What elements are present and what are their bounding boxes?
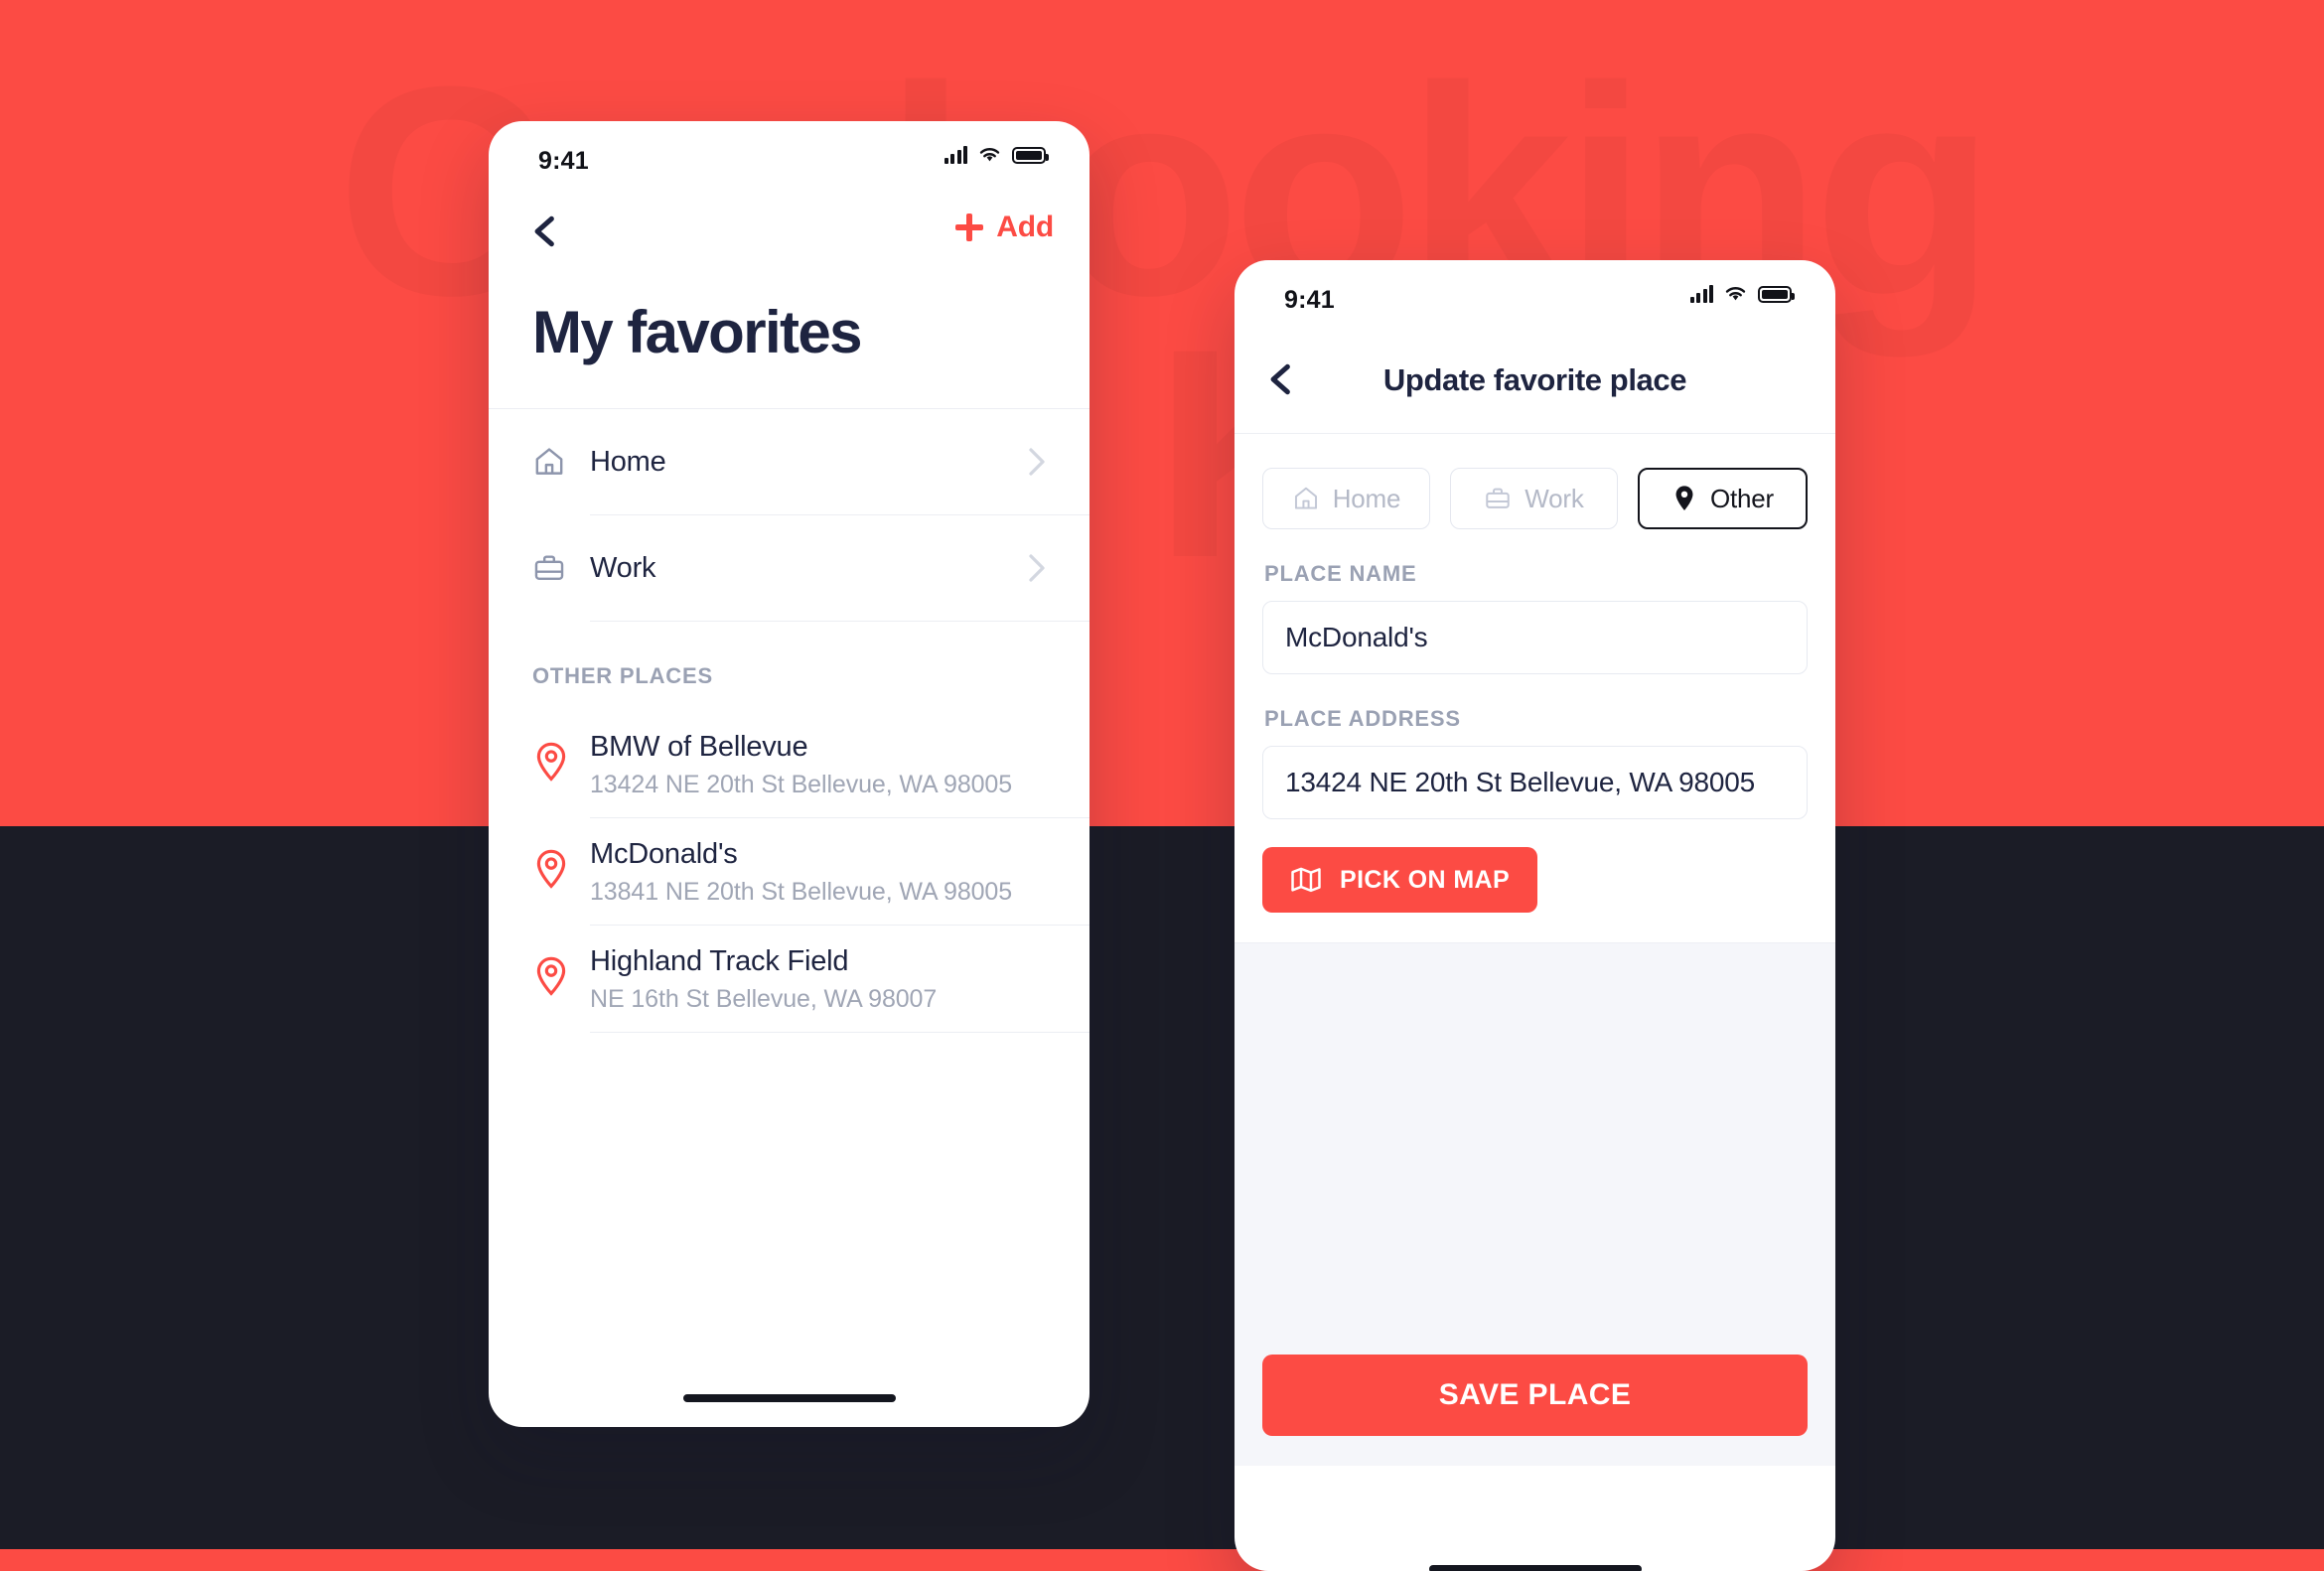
save-place-button[interactable]: SAVE PLACE [1262, 1355, 1808, 1436]
place-text: BMW of Bellevue 13424 NE 20th St Bellevu… [590, 729, 1012, 799]
nav-bar-right: Update favorite place [1235, 328, 1835, 433]
wifi-icon [979, 148, 1000, 162]
place-name: McDonald's [590, 837, 738, 870]
place-address: 13841 NE 20th St Bellevue, WA 98005 [590, 878, 1013, 907]
favorite-row-work[interactable]: Work [489, 515, 1089, 621]
chevron-right-icon [1029, 554, 1045, 582]
chevron-right-icon [1029, 448, 1045, 476]
section-header-other-places: OTHER PLACES [532, 663, 713, 688]
place-list-item[interactable]: BMW of Bellevue 13424 NE 20th St Bellevu… [489, 711, 1089, 817]
place-text: McDonald's 13841 NE 20th St Bellevue, WA… [590, 836, 1012, 907]
map-pin-icon [532, 955, 570, 1002]
map-pin-icon [532, 848, 570, 895]
background-watermark-text: Car booking UI Kit [0, 60, 2324, 584]
briefcase-icon [532, 551, 576, 585]
phone-update-place-screen: 9:41 Update favorite place Home Work Oth… [1235, 260, 1835, 1571]
map-folded-icon [1291, 867, 1321, 893]
chip-label: Work [1525, 483, 1584, 513]
form-area: Home Work Other PLACE NAME McDonald's PL… [1235, 434, 1835, 942]
favorite-row-home[interactable]: Home [489, 409, 1089, 514]
plus-icon [955, 214, 984, 241]
chip-other[interactable]: Other [1638, 468, 1808, 529]
pick-on-map-button[interactable]: PICK ON MAP [1262, 847, 1538, 913]
wifi-icon [1725, 287, 1746, 301]
place-name-input[interactable]: McDonald's [1262, 601, 1808, 674]
status-icons [1689, 285, 1795, 303]
place-address: NE 16th St Bellevue, WA 98007 [590, 985, 938, 1014]
add-button[interactable]: Add [955, 211, 1054, 244]
map-pin-icon [1675, 486, 1693, 510]
status-icons [944, 146, 1049, 164]
status-bar-left: 9:41 [489, 121, 1089, 189]
add-button-label: Add [996, 211, 1054, 243]
place-list-item[interactable]: Highland Track Field NE 16th St Bellevue… [489, 926, 1089, 1032]
chip-label: Home [1332, 483, 1401, 513]
place-name: BMW of Bellevue [590, 730, 808, 763]
home-icon [1294, 487, 1317, 509]
pick-on-map-label: PICK ON MAP [1340, 865, 1511, 894]
place-address: 13424 NE 20th St Bellevue, WA 98005 [590, 771, 1013, 799]
home-icon [532, 445, 576, 479]
chevron-left-icon[interactable] [1262, 360, 1300, 398]
place-name: Highland Track Field [590, 944, 849, 977]
nav-bar-left: Add [489, 189, 1089, 284]
briefcase-icon [1486, 488, 1511, 508]
background-dark-panel [0, 826, 2324, 1549]
place-name-label: PLACE NAME [1264, 561, 1417, 586]
place-divider [590, 1032, 1089, 1033]
status-time: 9:41 [1284, 286, 1335, 314]
place-address-input[interactable]: 13424 NE 20th St Bellevue, WA 98005 [1262, 746, 1808, 819]
chevron-left-icon[interactable] [526, 213, 564, 250]
map-pin-icon [532, 741, 570, 787]
screen-title: Update favorite place [1382, 362, 1687, 397]
favorite-row-label: Work [590, 551, 656, 584]
signal-bars-icon [944, 146, 967, 164]
battery-icon [1758, 285, 1795, 303]
home-indicator [682, 1394, 896, 1402]
battery-icon [1012, 146, 1049, 164]
status-bar-right: 9:41 [1235, 260, 1835, 328]
save-bar: SAVE PLACE [1235, 1355, 1835, 1466]
place-list-item[interactable]: McDonald's 13841 NE 20th St Bellevue, WA… [489, 818, 1089, 925]
phone-favorites-screen: 9:41 Add My favorites Home Work OTHER PL… [489, 121, 1089, 1427]
signal-bars-icon [1689, 285, 1713, 303]
chip-home[interactable]: Home [1262, 468, 1430, 529]
place-type-chip-group: Home Work Other [1262, 434, 1808, 529]
status-time: 9:41 [538, 147, 589, 175]
home-indicator [1428, 1565, 1642, 1571]
place-text: Highland Track Field NE 16th St Bellevue… [590, 943, 937, 1014]
place-address-label: PLACE ADDRESS [1264, 706, 1461, 731]
chip-work[interactable]: Work [1450, 468, 1618, 529]
empty-map-area [1235, 942, 1835, 1355]
page-title: My favorites [532, 299, 863, 365]
chip-label: Other [1709, 483, 1775, 513]
favorite-row-label: Home [590, 445, 666, 478]
